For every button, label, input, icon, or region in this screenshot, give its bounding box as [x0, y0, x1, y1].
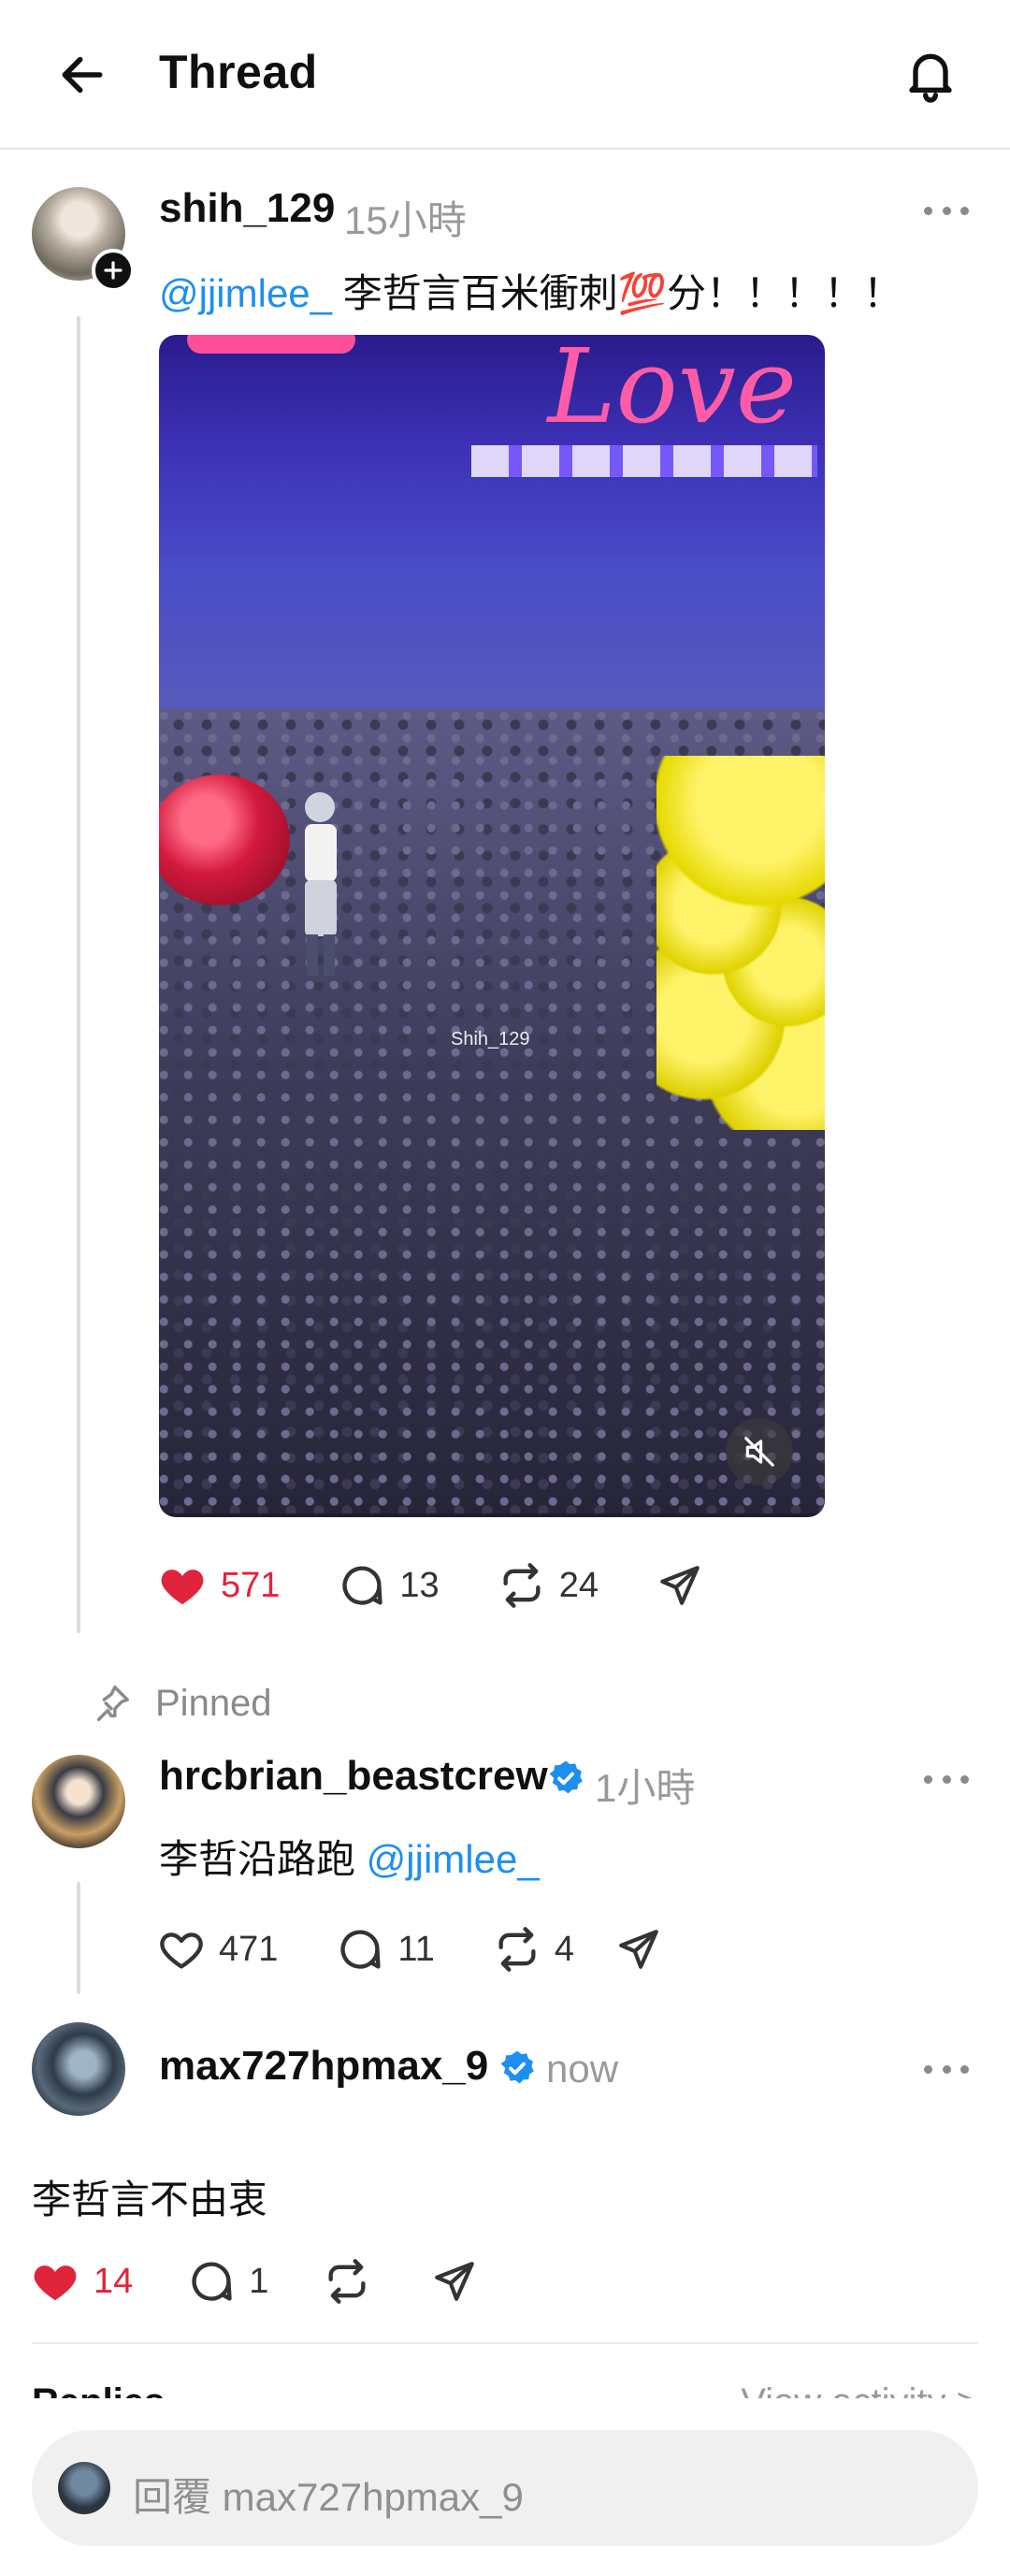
reply-time: now: [546, 2047, 619, 2091]
repost-count: 24: [558, 1565, 599, 1605]
heart-outline-icon: [160, 1932, 203, 1969]
comment-count: 13: [399, 1565, 440, 1605]
repost-button[interactable]: 24: [498, 1561, 599, 1610]
reply-time: 1小時: [595, 1766, 696, 1810]
repost-icon: [328, 2259, 366, 2304]
replies-header: Replies View activity >: [32, 2376, 978, 2398]
more-options-button[interactable]: [918, 192, 974, 229]
like-button[interactable]: 571: [157, 1560, 280, 1611]
comment-button[interactable]: 11: [336, 1925, 435, 1974]
mention-link[interactable]: @jjimlee_: [159, 271, 332, 315]
replies-label: Replies: [32, 2376, 165, 2398]
speaker-muted-icon: [744, 1437, 774, 1467]
heart-filled-icon: [34, 2265, 77, 2301]
post-text: @jjimlee_ 李哲言百米衝刺💯分！！！！！: [159, 271, 902, 315]
avatar[interactable]: [32, 1755, 125, 1848]
reply-text: 李哲沿路跑 @jjimlee_: [159, 1837, 540, 1881]
reply-actions: 14 1: [30, 2256, 536, 2307]
verified-badge-icon: [500, 2050, 534, 2084]
section-divider: [32, 2342, 978, 2344]
post-actions: 571 13 24: [157, 1560, 761, 1611]
mention-link[interactable]: @jjimlee_: [367, 1837, 540, 1881]
like-count: 14: [94, 2261, 134, 2301]
reply-actions: 471 11 4: [157, 1925, 720, 1974]
post-username[interactable]: shih_129: [159, 185, 335, 232]
stage-lights: [471, 445, 817, 477]
arrow-left-icon: [62, 56, 103, 94]
back-button[interactable]: [45, 37, 120, 112]
post-time: 15小時: [344, 198, 467, 242]
follow-plus-icon[interactable]: [92, 249, 135, 292]
reply-username[interactable]: max727hpmax_9: [159, 2043, 488, 2090]
notifications-button[interactable]: [890, 34, 971, 114]
top-bar: Thread: [0, 0, 1010, 150]
comment-icon: [192, 2262, 232, 2301]
send-icon: [619, 1930, 658, 1969]
reply-text: 李哲言不由衷: [32, 2178, 268, 2221]
thread-line: [77, 1882, 80, 1994]
share-button[interactable]: [431, 2258, 478, 2305]
pinned-label: Pinned: [90, 1682, 272, 1725]
comment-icon: [340, 1930, 382, 1969]
comment-button[interactable]: 1: [187, 2257, 268, 2306]
bell-icon: [909, 53, 952, 103]
repost-count: 4: [554, 1929, 574, 1969]
love-sign: Love: [547, 335, 797, 446]
share-button[interactable]: [656, 1562, 703, 1609]
more-options-button[interactable]: [918, 1760, 974, 1798]
pin-icon: [96, 1686, 129, 1721]
send-icon: [660, 1566, 700, 1605]
comment-count: 11: [397, 1929, 435, 1969]
comment-button[interactable]: 13: [338, 1561, 440, 1610]
view-activity-link[interactable]: View activity >: [741, 2376, 978, 2398]
thread-line: [77, 316, 80, 1633]
verified-badge-icon: [549, 1760, 583, 1794]
video-watermark: Shih_129: [451, 1029, 530, 1049]
page-title: Thread: [159, 46, 318, 98]
like-count: 471: [219, 1929, 279, 1969]
yellow-balloons: [656, 756, 825, 1130]
repost-icon: [498, 1927, 536, 1972]
performer-figure: [305, 792, 337, 976]
more-options-button[interactable]: [918, 2050, 974, 2088]
avatar: [58, 2462, 110, 2514]
mute-button[interactable]: [726, 1418, 793, 1485]
video-player[interactable]: Love Shih_129: [159, 335, 825, 1517]
avatar[interactable]: [32, 2022, 125, 2116]
reply-username[interactable]: hrcbrian_beastcrew: [159, 1753, 548, 1800]
reply-input-placeholder[interactable]: 回覆 max727hpmax_9: [133, 2466, 524, 2523]
repost-button[interactable]: [323, 2257, 371, 2306]
comment-count: 1: [249, 2261, 269, 2301]
like-button[interactable]: 471: [157, 1925, 278, 1974]
reply-input-bar[interactable]: 回覆 max727hpmax_9: [32, 2430, 978, 2546]
like-count: 571: [221, 1565, 281, 1605]
like-button[interactable]: 14: [30, 2256, 133, 2307]
pink-decoration: [187, 335, 355, 354]
repost-button[interactable]: 4: [493, 1925, 574, 1974]
heart-filled-icon: [161, 1570, 204, 1605]
comment-icon: [342, 1566, 383, 1605]
repost-icon: [503, 1563, 541, 1608]
send-icon: [435, 2262, 475, 2301]
share-button[interactable]: [615, 1926, 662, 1973]
